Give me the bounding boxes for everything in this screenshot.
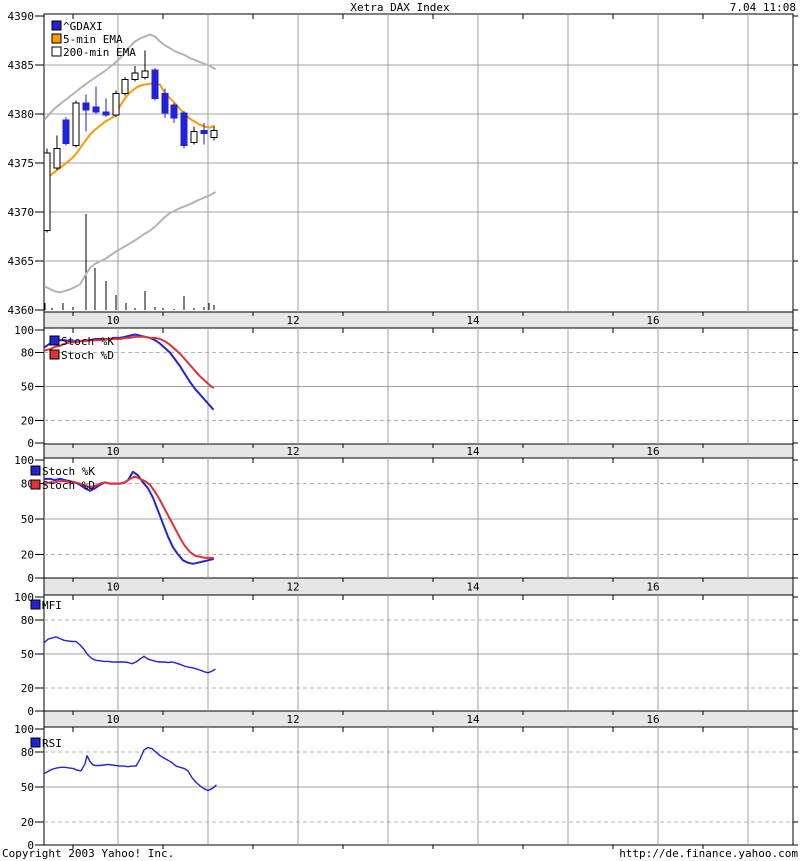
y-axis-label: 80 — [21, 347, 34, 360]
candle-down — [151, 69, 159, 99]
y-axis-label: 0 — [27, 705, 34, 718]
time-axis-label: 14 — [466, 445, 480, 458]
time-axis-label: 10 — [106, 713, 119, 726]
candle-up — [141, 70, 149, 79]
legend-swatch-icon — [30, 465, 41, 476]
time-axis-band — [43, 710, 794, 728]
y-axis-label: 100 — [14, 324, 34, 337]
candle-down — [161, 92, 169, 114]
time-axis-label: 14 — [466, 314, 480, 327]
time-axis-label: 14 — [466, 581, 480, 594]
yahoo-finance-chart: 10 12 14 16 10 12 14 16 10 12 14 16 10 12 14 16 4390 4385… — [0, 0, 800, 861]
time-axis-label: 12 — [286, 581, 299, 594]
y-axis-label: 4380 — [8, 108, 35, 121]
y-axis-label: 50 — [21, 648, 34, 661]
y-axis-label: 50 — [21, 781, 34, 794]
time-axis-band — [43, 311, 794, 329]
y-axis-label: 20 — [21, 414, 34, 427]
candle-down — [62, 119, 70, 144]
candle-up — [131, 72, 139, 81]
candle-up — [121, 79, 129, 94]
legend-swatch-icon — [30, 737, 41, 748]
y-axis-label: 0 — [27, 572, 34, 585]
legend-label: 5-min EMA — [63, 33, 123, 46]
legend-swatch-icon — [51, 33, 62, 44]
candle-up — [112, 92, 120, 116]
legend-label: Stoch %K — [61, 335, 114, 348]
chart-title: Xetra DAX Index — [350, 1, 450, 14]
time-axis-band — [43, 443, 794, 459]
y-axis-label: 20 — [21, 682, 34, 695]
y-axis-label: 100 — [14, 723, 34, 736]
y-axis-label: 4360 — [8, 304, 35, 317]
y-axis-label: 80 — [21, 746, 34, 759]
y-axis-label: 50 — [21, 381, 34, 394]
copyright-text: Copyright 2003 Yahoo! Inc. — [2, 847, 175, 860]
candle-down — [200, 130, 208, 135]
time-axis-label: 10 — [106, 445, 119, 458]
legend-swatch-icon — [30, 479, 41, 490]
legend-swatch-icon — [49, 335, 60, 346]
candle-down — [170, 104, 178, 119]
candle-up — [43, 152, 51, 232]
legend-label: RSI — [42, 737, 62, 750]
time-axis-band — [43, 577, 794, 596]
legend-swatch-icon — [51, 46, 62, 57]
legend-label: Stoch %D — [42, 479, 95, 492]
legend-label: ^GDAXI — [63, 20, 103, 33]
legend-swatch-icon — [51, 20, 62, 31]
candle-down — [92, 106, 100, 113]
y-axis-label: 0 — [27, 437, 34, 450]
time-axis-label: 14 — [466, 713, 480, 726]
y-axis-label: 80 — [21, 614, 34, 627]
mfi-panel — [43, 594, 794, 712]
chart-canvas: 10 12 14 1610 12 14 1610 12 14 1610 12 14 1643904385… — [8, 10, 798, 852]
legend-label: Stoch %K — [42, 465, 95, 478]
stoch-slow-panel — [43, 457, 794, 579]
y-axis-label: 50 — [21, 513, 34, 526]
y-axis-label: 4370 — [8, 206, 35, 219]
candle-down — [102, 111, 110, 116]
source-url-text: http://de.finance.yahoo.com — [619, 847, 798, 860]
candle-down — [180, 112, 188, 146]
y-axis-label: 4365 — [8, 255, 35, 268]
candle-up — [53, 147, 61, 169]
time-axis-label: 10 — [106, 314, 119, 327]
candle-up — [210, 130, 218, 139]
time-axis-label: 12 — [286, 713, 299, 726]
chart-datetime: 7.04 11:08 — [729, 1, 796, 14]
candle-up — [72, 102, 80, 146]
rsi-panel — [43, 726, 794, 846]
time-axis-label: 10 — [106, 581, 119, 594]
legend-swatch-icon — [30, 599, 41, 610]
y-axis-label: 20 — [21, 548, 34, 561]
time-axis-label: 16 — [646, 581, 659, 594]
y-axis-label: 4375 — [8, 157, 35, 170]
y-axis-label: 4385 — [8, 59, 35, 72]
legend-label: MFI — [42, 599, 62, 612]
time-axis-label: 12 — [286, 445, 299, 458]
candle-down — [82, 102, 90, 111]
candle-up — [190, 131, 198, 143]
y-axis-label: 100 — [14, 454, 34, 467]
y-axis-label: 20 — [21, 816, 34, 829]
time-axis-label: 12 — [286, 314, 299, 327]
legend-label: 200-min EMA — [63, 46, 136, 59]
time-axis-label: 16 — [646, 713, 659, 726]
legend-swatch-icon — [49, 349, 60, 360]
legend-label: Stoch %D — [61, 349, 114, 362]
time-axis-label: 16 — [646, 445, 659, 458]
time-axis-label: 16 — [646, 314, 659, 327]
